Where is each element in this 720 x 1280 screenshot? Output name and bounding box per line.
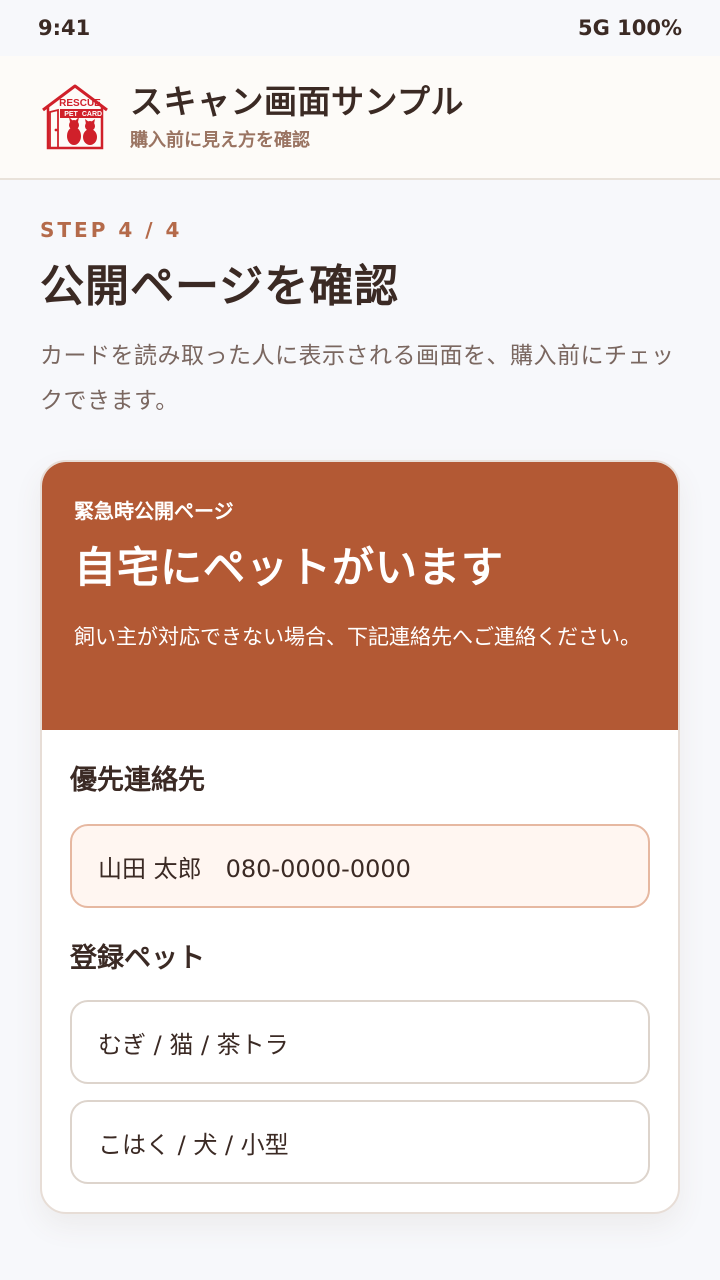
registered-pets-label: 登録ペット [70, 943, 205, 974]
priority-contact-item[interactable]: 山田 太郎 080-0000-0000 [70, 824, 650, 908]
emergency-headline: 自宅にペットがいます [74, 543, 505, 592]
public-page-preview-card: 緊急時公開ページ 自宅にペットがいます 飼い主が対応できない場合、下記連絡先へご… [40, 460, 680, 1214]
page-description: カードを読み取った人に表示される画面を、購入前にチェックできます。 [40, 343, 675, 414]
card-body: 優先連絡先 山田 太郎 080-0000-0000 登録ペット むぎ / 猫 /… [42, 730, 678, 1212]
rescue-pet-card-logo: RESCUE PET CARD [42, 84, 108, 150]
emergency-note: 飼い主が対応できない場合、下記連絡先へご連絡ください。 [74, 625, 641, 649]
pet-item[interactable]: むぎ / 猫 / 茶トラ [70, 1000, 650, 1084]
logo-text-rescue: RESCUE [59, 98, 101, 109]
pet-item[interactable]: こはく / 犬 / 小型 [70, 1100, 650, 1184]
header-title: スキャン画面サンプル [130, 82, 465, 121]
header-text: スキャン画面サンプル 購入前に見え方を確認 [130, 82, 464, 152]
emergency-banner: 緊急時公開ページ 自宅にペットがいます 飼い主が対応できない場合、下記連絡先へご… [42, 462, 678, 730]
header-subtitle: 購入前に見え方を確認 [130, 130, 310, 151]
app-header: RESCUE PET CARD スキャン画面サンプル 購入前に見え方を確認 [0, 56, 720, 180]
emergency-eyebrow: 緊急時公開ページ [74, 499, 234, 523]
priority-contact-label: 優先連絡先 [70, 765, 205, 796]
main-content: STEP 4 / 4 公開ページを確認 カードを読み取った人に表示される画面を、… [0, 218, 720, 1214]
status-signal-battery: 5G 100% [577, 16, 682, 40]
status-time: 9:41 [38, 16, 91, 40]
page-title: 公開ページを確認 [40, 261, 400, 312]
step-indicator: STEP 4 / 4 [40, 218, 183, 242]
status-bar: 9:41 5G 100% [0, 0, 720, 56]
pet-list: むぎ / 猫 / 茶トラ こはく / 犬 / 小型 [70, 1000, 650, 1184]
logo-text-card: CARD [82, 111, 102, 118]
logo-text-pet: PET [64, 111, 78, 118]
